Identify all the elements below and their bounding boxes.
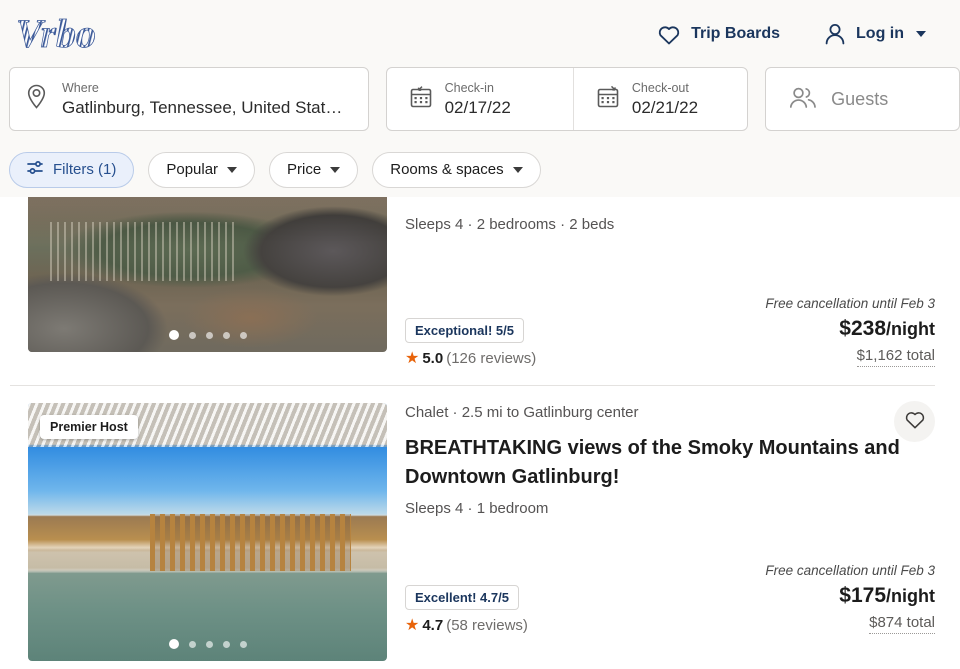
price-per-night: $238/night: [765, 317, 935, 341]
photo-carousel-dots: [168, 639, 247, 649]
cancellation-text: Free cancellation until Feb 3: [765, 296, 935, 311]
chevron-down-icon: [916, 30, 926, 37]
rating-value: 4.7: [422, 617, 444, 634]
carousel-dot[interactable]: [239, 640, 247, 648]
checkout-field[interactable]: Check-out 02/21/22: [572, 68, 747, 130]
svg-text:Vrbo: Vrbo: [16, 11, 96, 56]
rating-badge: Excellent! 4.7/5: [405, 585, 519, 610]
listing-rating: Excellent! 4.7/5 ★ 4.7 (58 reviews): [405, 585, 528, 634]
listing-photo-image: [28, 403, 387, 661]
listing-price: Free cancellation until Feb 3 $175/night…: [765, 563, 935, 634]
price-chip[interactable]: Price: [269, 151, 359, 188]
carousel-dot[interactable]: [205, 331, 213, 339]
sliders-icon: [27, 160, 44, 179]
carousel-dot[interactable]: [239, 331, 247, 339]
price-total[interactable]: $1,162 total: [856, 347, 935, 367]
search-bar: Where Gatlinburg, Tennessee, United Stat…: [0, 67, 960, 142]
price-amount: $238: [839, 317, 887, 340]
site-header: Vrbo Trip Boards Log in: [0, 0, 960, 67]
filter-chip-bar: Filters (1) Popular Price Rooms & spaces: [0, 142, 960, 197]
listing-card[interactable]: Premier Host Chalet · 2.5 mi to Gatlinbu…: [0, 386, 960, 661]
rooms-spaces-chip-label: Rooms & spaces: [390, 161, 504, 178]
listing-photo-image: [28, 197, 387, 352]
carousel-dot[interactable]: [168, 639, 179, 649]
rooms-spaces-chip[interactable]: Rooms & spaces: [372, 151, 541, 188]
price-chip-label: Price: [287, 161, 322, 178]
star-rating: ★ 5.0 (126 reviews): [405, 350, 536, 367]
vrbo-search-results-page: Vrbo Trip Boards Log in Where Gatlinburg…: [0, 0, 960, 669]
trip-boards-button[interactable]: Trip Boards: [657, 23, 780, 45]
popular-chip[interactable]: Popular: [148, 151, 256, 188]
vrbo-logo[interactable]: Vrbo: [14, 11, 154, 57]
dates-field: Check-in 02/17/22 Check-out 02/21/22: [385, 67, 749, 131]
popular-chip-label: Popular: [166, 161, 219, 178]
review-count: (126 reviews): [446, 350, 537, 367]
star-rating: ★ 4.7 (58 reviews): [405, 617, 528, 634]
guests-field[interactable]: Guests: [765, 67, 960, 131]
calendar-checkout-icon: [596, 85, 620, 114]
heart-icon: [657, 23, 681, 45]
checkout-label: Check-out: [631, 80, 689, 95]
search-results-list: Sleeps 4 · 2 bedrooms · 2 beds Exception…: [0, 197, 960, 669]
listing-title[interactable]: BREATHTAKING views of the Smoky Mountain…: [405, 434, 905, 492]
review-count: (58 reviews): [446, 617, 528, 634]
listing-price: Free cancellation until Feb 3 $238/night…: [765, 296, 935, 367]
photo-carousel-dots: [168, 330, 247, 340]
rating-value: 5.0: [422, 350, 444, 367]
checkin-field[interactable]: Check-in 02/17/22: [387, 68, 560, 130]
trip-boards-label: Trip Boards: [691, 24, 781, 42]
where-label: Where: [62, 80, 99, 95]
price-total[interactable]: $874 total: [869, 614, 935, 634]
carousel-dot[interactable]: [205, 640, 213, 648]
chevron-down-icon: [227, 166, 238, 173]
where-input[interactable]: Gatlinburg, Tennessee, United Stat…: [62, 97, 342, 118]
listing-bottom-row: Exceptional! 5/5 ★ 5.0 (126 reviews) Fre…: [405, 296, 935, 367]
map-pin-icon: [24, 83, 49, 116]
star-icon: ★: [405, 349, 420, 367]
carousel-dot[interactable]: [188, 640, 196, 648]
vrbo-logo-icon: Vrbo: [16, 11, 97, 56]
heart-icon: [904, 409, 926, 434]
checkin-value[interactable]: 02/17/22: [445, 97, 511, 118]
checkout-value[interactable]: 02/21/22: [632, 97, 698, 118]
listing-info: Chalet · 2.5 mi to Gatlinburg center BRE…: [405, 401, 935, 661]
listing-subline: Sleeps 4 · 2 bedrooms · 2 beds: [405, 216, 615, 233]
filters-chip[interactable]: Filters (1): [9, 151, 135, 188]
listing-rating: Exceptional! 5/5 ★ 5.0 (126 reviews): [405, 318, 536, 367]
price-unit: /night: [886, 319, 935, 339]
price-unit: /night: [886, 586, 935, 606]
cancellation-text: Free cancellation until Feb 3: [765, 563, 935, 578]
carousel-dot[interactable]: [188, 331, 196, 339]
guests-icon: [788, 84, 818, 115]
price-amount: $175: [839, 584, 887, 607]
header-actions: Trip Boards Log in: [657, 22, 944, 46]
guests-input[interactable]: Guests: [831, 89, 888, 110]
listing-bottom-row: Excellent! 4.7/5 ★ 4.7 (58 reviews) Free…: [405, 563, 935, 634]
chevron-down-icon: [512, 166, 523, 173]
filters-chip-label: Filters (1): [53, 161, 117, 178]
listing-meta: Chalet · 2.5 mi to Gatlinburg center: [405, 404, 639, 421]
save-to-trip-board-button[interactable]: [894, 401, 935, 442]
premier-host-badge: Premier Host: [40, 415, 138, 439]
listing-photo[interactable]: Premier Host: [28, 403, 387, 661]
star-icon: ★: [405, 616, 420, 634]
listing-info: Sleeps 4 · 2 bedrooms · 2 beds Exception…: [405, 197, 935, 367]
chevron-down-icon: [330, 166, 341, 173]
person-icon: [824, 22, 846, 46]
carousel-dot[interactable]: [222, 640, 230, 648]
carousel-dot[interactable]: [168, 330, 179, 340]
carousel-dot[interactable]: [222, 331, 230, 339]
where-field[interactable]: Where Gatlinburg, Tennessee, United Stat…: [9, 67, 369, 131]
price-per-night: $175/night: [765, 584, 935, 608]
login-label: Log in: [856, 24, 904, 42]
rating-badge: Exceptional! 5/5: [405, 318, 524, 343]
calendar-checkin-icon: [409, 85, 433, 114]
listing-subline: Sleeps 4 · 1 bedroom: [405, 500, 549, 517]
listing-card[interactable]: Sleeps 4 · 2 bedrooms · 2 beds Exception…: [0, 197, 960, 367]
checkin-label: Check-in: [444, 80, 494, 95]
listing-photo[interactable]: [28, 197, 387, 352]
login-button[interactable]: Log in: [824, 22, 926, 46]
